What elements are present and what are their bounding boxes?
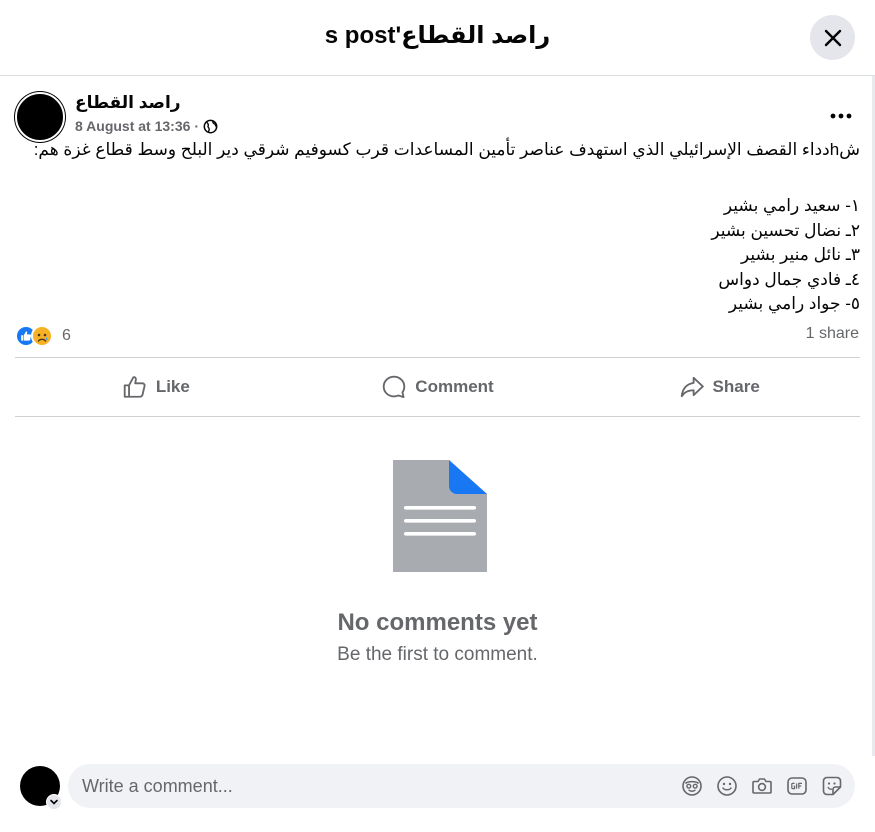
author-avatar[interactable] bbox=[15, 92, 65, 142]
like-label: Like bbox=[155, 377, 190, 396]
avatar-sticker-icon[interactable] bbox=[681, 775, 703, 797]
dialog-title: راصد القطاع's post bbox=[324, 22, 551, 49]
list-item: ٢ـ نضال تحسين بشير bbox=[711, 220, 860, 240]
share-button[interactable]: Share bbox=[578, 358, 860, 416]
author-name[interactable]: راصد القطاع bbox=[75, 93, 181, 113]
post-options-button[interactable] bbox=[823, 98, 859, 134]
gif-icon[interactable] bbox=[786, 775, 808, 797]
comment-composer bbox=[0, 756, 875, 832]
emoji-icon[interactable] bbox=[716, 775, 738, 797]
comment-box bbox=[68, 764, 855, 808]
sad-reaction-icon bbox=[31, 325, 53, 347]
comment-button[interactable]: Comment bbox=[297, 358, 579, 416]
camera-icon[interactable] bbox=[751, 775, 773, 797]
post-meta: 8 August at 13:36 · bbox=[75, 118, 218, 134]
empty-state-subtitle: Be the first to comment. bbox=[337, 644, 538, 665]
reaction-count: 6 bbox=[62, 327, 71, 344]
document-icon bbox=[393, 460, 487, 572]
list-item: ٣ـ نائل منير بشير bbox=[741, 245, 860, 264]
share-label: Share bbox=[712, 377, 760, 396]
sticker-icon[interactable] bbox=[821, 775, 843, 797]
comment-bubble-icon bbox=[383, 375, 406, 398]
share-count[interactable]: 1 share bbox=[806, 325, 859, 343]
comment-input[interactable] bbox=[82, 764, 662, 808]
post-timestamp[interactable]: 8 August at 13:36 bbox=[75, 118, 190, 134]
globe-icon[interactable] bbox=[203, 119, 218, 134]
post-action-bar: Like Comment Share bbox=[15, 357, 860, 417]
post-header: راصد القطاع 8 August at 13:36 · bbox=[15, 90, 860, 142]
empty-state-title: No comments yet bbox=[337, 609, 538, 636]
share-arrow-icon bbox=[680, 376, 704, 398]
like-button[interactable]: Like bbox=[15, 358, 297, 416]
post-list: ١- سعيد رامي بشير ٢ـ نضال تحسين بشير ٣ـ … bbox=[15, 194, 860, 317]
list-item: ٥- جواد رامي بشير bbox=[728, 294, 860, 313]
more-horizontal-icon bbox=[830, 113, 852, 119]
close-button[interactable] bbox=[810, 15, 855, 60]
dialog-header: راصد القطاع's post bbox=[0, 0, 875, 76]
post-text: شhدداء القصف الإسرائيلي الذي استهدف عناص… bbox=[33, 140, 860, 159]
close-icon bbox=[824, 29, 841, 46]
reactions-summary[interactable]: 6 bbox=[15, 323, 71, 349]
list-item: ٤ـ فادي جمال دواس bbox=[718, 269, 860, 289]
thumbs-up-icon bbox=[123, 376, 146, 398]
meta-separator: · bbox=[194, 118, 200, 134]
chevron-down-icon[interactable] bbox=[46, 794, 62, 810]
comment-label: Comment bbox=[415, 377, 494, 396]
list-item: ١- سعيد رامي بشير bbox=[723, 196, 860, 215]
